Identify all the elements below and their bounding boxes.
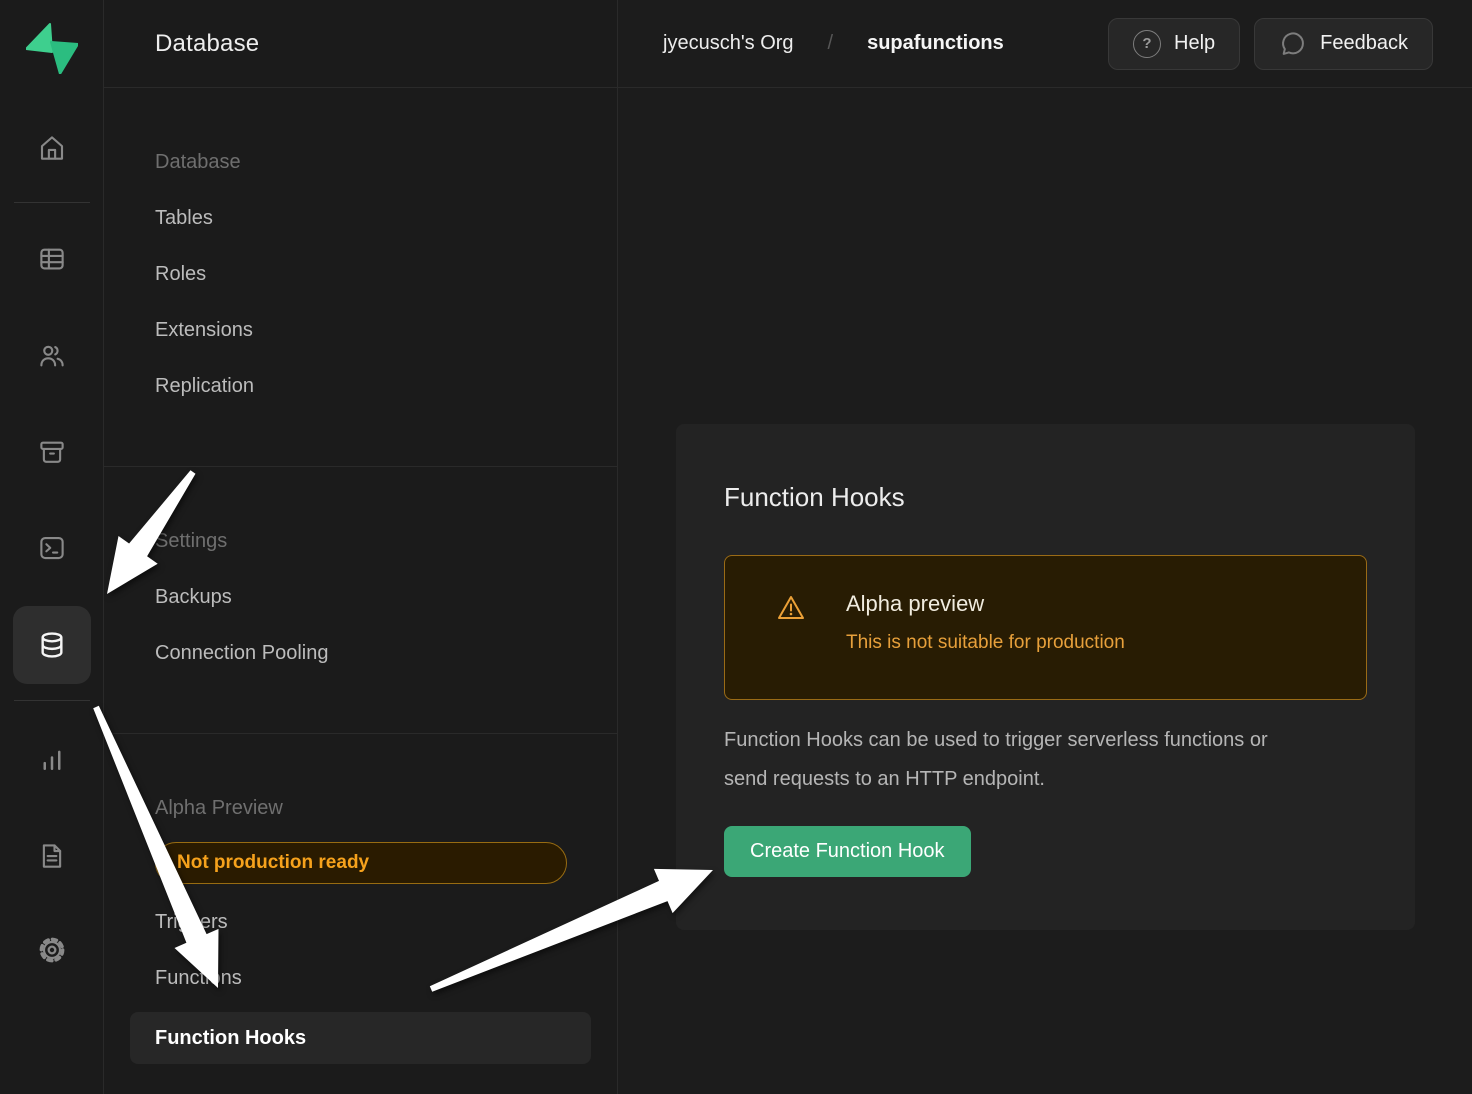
sidebar-item-functions[interactable]: Functions (104, 950, 617, 1006)
sidebar-title: Database (104, 0, 617, 88)
breadcrumb: jyecusch's Org / supafunctions (663, 32, 1004, 55)
alert-body: Alpha preview This is not suitable for p… (846, 591, 1125, 699)
sidebar-item-connection-pooling[interactable]: Connection Pooling (104, 625, 617, 681)
sidebar-item-roles[interactable]: Roles (104, 246, 617, 302)
help-question-icon: ? (1133, 30, 1161, 58)
function-hooks-card: Function Hooks Alpha preview This is not… (676, 424, 1415, 930)
alert-title: Alpha preview (846, 591, 1125, 617)
sidebar-section-database: Database Tables Roles Extensions Replica… (104, 88, 617, 467)
app-window: Database Database Tables Roles Extension… (0, 0, 1472, 1094)
breadcrumb-project[interactable]: supafunctions (867, 32, 1004, 55)
settings-gear-icon[interactable] (28, 926, 76, 974)
card-description: Function Hooks can be used to trigger se… (724, 721, 1284, 799)
section-label: Alpha Preview (104, 780, 617, 836)
help-button-label: Help (1174, 32, 1215, 55)
icon-rail (0, 0, 104, 1094)
section-label: Settings (104, 513, 617, 569)
rail-divider (14, 700, 90, 701)
docs-icon[interactable] (28, 832, 76, 880)
topbar-actions: ? Help Feedback (1108, 18, 1433, 70)
supabase-logo-icon[interactable] (26, 22, 78, 74)
feedback-bubble-icon (1279, 30, 1307, 58)
section-label: Database (104, 134, 617, 190)
sidebar-item-extensions[interactable]: Extensions (104, 302, 617, 358)
sidebar-item-tables[interactable]: Tables (104, 190, 617, 246)
not-production-ready-badge: Not production ready (155, 842, 567, 884)
breadcrumb-separator: / (828, 32, 834, 55)
feedback-button-label: Feedback (1320, 32, 1408, 55)
sql-editor-icon[interactable] (28, 524, 76, 572)
sidebar-section-alpha-preview: Alpha Preview Not production ready Trigg… (104, 734, 617, 1094)
rail-divider (14, 202, 90, 203)
warning-triangle-icon (775, 593, 807, 623)
sidebar-item-backups[interactable]: Backups (104, 569, 617, 625)
sidebar-item-function-hooks[interactable]: Function Hooks (130, 1012, 591, 1064)
reports-icon[interactable] (28, 736, 76, 784)
sidebar-item-replication[interactable]: Replication (104, 358, 617, 414)
topbar: jyecusch's Org / supafunctions ? Help Fe… (618, 0, 1472, 88)
feedback-button[interactable]: Feedback (1254, 18, 1433, 70)
alert-description: This is not suitable for production (846, 632, 1125, 654)
alpha-preview-alert: Alpha preview This is not suitable for p… (724, 555, 1367, 700)
home-icon[interactable] (28, 124, 76, 172)
sidebar-section-settings: Settings Backups Connection Pooling (104, 467, 617, 734)
auth-users-icon[interactable] (28, 332, 76, 380)
help-button[interactable]: ? Help (1108, 18, 1240, 70)
create-function-hook-button[interactable]: Create Function Hook (724, 826, 971, 877)
storage-icon[interactable] (28, 428, 76, 476)
breadcrumb-org[interactable]: jyecusch's Org (663, 32, 794, 55)
main-area: jyecusch's Org / supafunctions ? Help Fe… (618, 0, 1472, 1094)
database-sidebar: Database Database Tables Roles Extension… (104, 0, 618, 1094)
sidebar-item-triggers[interactable]: Triggers (104, 894, 617, 950)
table-editor-icon[interactable] (28, 235, 76, 283)
card-title: Function Hooks (724, 480, 1367, 514)
database-icon[interactable] (13, 606, 91, 684)
